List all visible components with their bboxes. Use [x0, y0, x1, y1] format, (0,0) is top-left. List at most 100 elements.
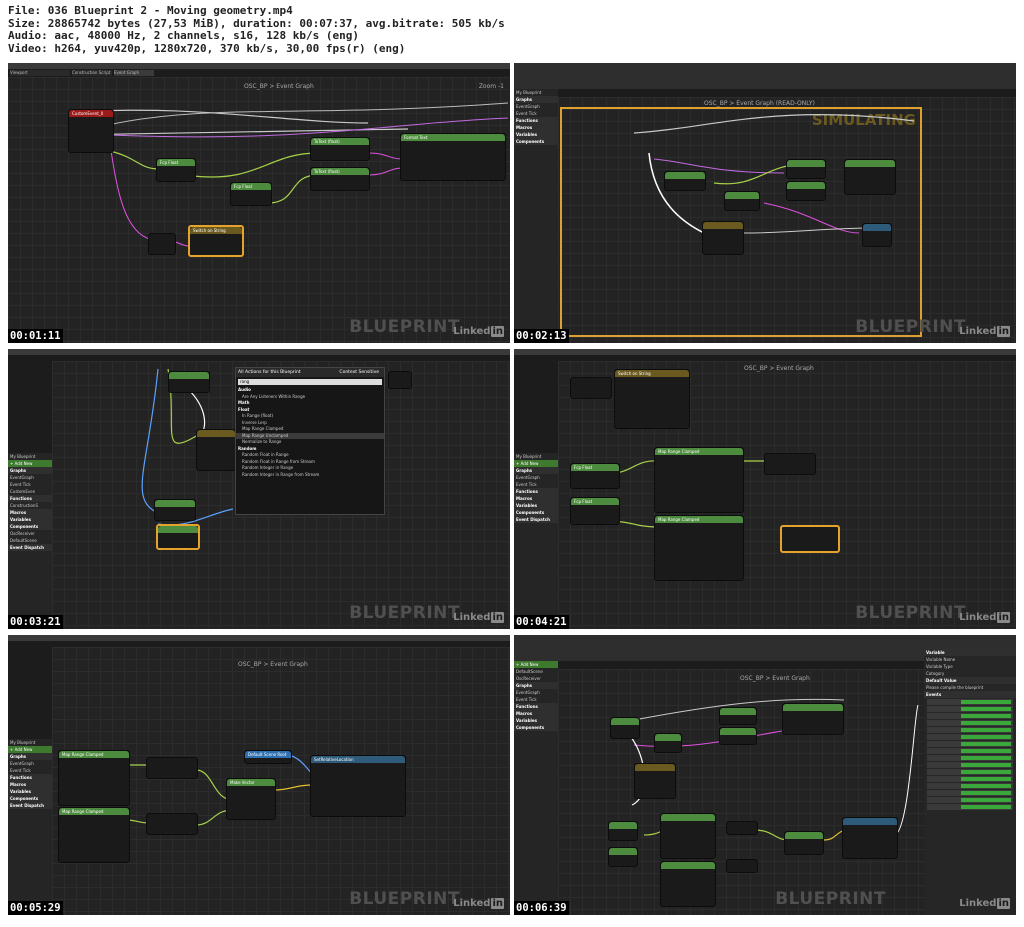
fcp-float-node[interactable]	[654, 733, 682, 753]
reroute-node[interactable]	[148, 233, 176, 255]
thumbnail-frame-1[interactable]: Viewport Construction Script Event Graph…	[8, 63, 510, 343]
map-range-clamped-node[interactable]: Map Range Clamped	[654, 447, 744, 513]
event-row[interactable]	[927, 790, 1013, 796]
fcp-float-node[interactable]: Fcp Float	[230, 182, 272, 206]
fcp-float-node-selected[interactable]	[156, 524, 200, 550]
action-item[interactable]: Random Integer in Range from Stream	[236, 472, 384, 479]
switch-on-string-node[interactable]	[196, 429, 236, 471]
reroute-node[interactable]	[570, 377, 612, 399]
format-text-node[interactable]	[844, 159, 896, 195]
make-array-node[interactable]	[726, 859, 758, 873]
details-section: Events	[924, 691, 1016, 698]
fcp-float-node[interactable]	[724, 191, 760, 211]
event-row[interactable]	[927, 762, 1013, 768]
timestamp: 00:02:13	[514, 329, 569, 343]
map-range-clamped-node[interactable]	[660, 813, 716, 859]
format-text-node[interactable]	[782, 703, 844, 735]
map-range-clamped-node[interactable]: Map Range Clamped	[58, 807, 130, 863]
details-panel: Variable Variable Name Variable Type Cat…	[924, 649, 1016, 915]
context-sensitive-checkbox[interactable]: Context Sensitive	[339, 370, 379, 375]
make-vector-node[interactable]: Make Vector	[226, 778, 276, 820]
action-menu-title: All Actions for this Blueprint Context Se…	[236, 368, 384, 377]
fcp-float-node[interactable]	[168, 371, 210, 393]
event-row[interactable]	[927, 734, 1013, 740]
fcp-float-node[interactable]: Fcp Float	[570, 463, 620, 489]
event-row[interactable]	[927, 783, 1013, 789]
switch-on-string-node[interactable]	[702, 221, 744, 255]
make-array-node[interactable]	[146, 813, 198, 835]
to-text-node[interactable]	[719, 727, 757, 745]
to-text-node[interactable]	[786, 159, 826, 179]
event-row[interactable]	[927, 769, 1013, 775]
compile-notice: Please compile the blueprint	[926, 685, 984, 690]
timestamp: 00:06:39	[514, 901, 569, 915]
map-range-clamped-node[interactable]: Map Range Clamped	[58, 750, 130, 806]
event-row[interactable]	[927, 699, 1013, 705]
make-array-node[interactable]	[146, 757, 198, 779]
to-text-node[interactable]	[786, 181, 826, 201]
map-range-clamped-node[interactable]: Map Range Clamped	[654, 515, 744, 581]
blueprint-watermark: BLUEPRINT	[775, 889, 886, 909]
linkedin-logo: Linked in	[453, 326, 504, 337]
thumbnail-frame-3[interactable]: My Blueprint + Add New Graphs EventGraph…	[8, 349, 510, 629]
blueprint-watermark: BLUEPRINT	[349, 317, 460, 337]
event-row[interactable]	[927, 713, 1013, 719]
fcp-float-node[interactable]: Fcp Float	[156, 158, 196, 182]
make-array-node-selected[interactable]	[780, 525, 840, 553]
switch-on-string-node[interactable]	[634, 763, 676, 799]
blueprint-watermark: BLUEPRINT	[349, 603, 460, 623]
map-range-clamped-node[interactable]	[660, 861, 716, 907]
thumbnail-frame-4[interactable]: My Blueprint + Add New Graphs EventGraph…	[514, 349, 1016, 629]
category-field[interactable]: Category	[924, 670, 1016, 677]
thumbnail-frame-2[interactable]: My Blueprint Graphs EventGraph Event Tic…	[514, 63, 1016, 343]
switch-on-string-node[interactable]: Switch on String	[188, 225, 244, 257]
action-list: Audio Are Any Listeners Within Range Math F…	[236, 387, 384, 478]
details-section: Default Value	[924, 677, 1016, 684]
make-vector-node[interactable]	[764, 453, 816, 475]
fcp-float-node[interactable]	[664, 171, 706, 191]
custom-event-node[interactable]: CustomEvent_0	[68, 109, 114, 153]
action-search-input[interactable]: rang	[238, 379, 382, 385]
blueprint-watermark: BLUEPRINT	[855, 603, 966, 623]
set-relative-location-node[interactable]: SetRelativeLocation	[310, 755, 406, 817]
format-text-node[interactable]	[388, 371, 412, 389]
event-row[interactable]	[927, 741, 1013, 747]
linkedin-logo: Linked in	[959, 326, 1010, 337]
event-row[interactable]	[927, 797, 1013, 803]
make-array-node[interactable]	[726, 821, 758, 835]
to-text-node[interactable]	[719, 707, 757, 725]
to-text-float-node[interactable]: ToText (float)	[310, 167, 370, 191]
blueprint-watermark: BLUEPRINT	[349, 889, 460, 909]
file-line: File: 036 Blueprint 2 - Moving geometry.…	[8, 4, 293, 17]
make-vector-node[interactable]	[784, 831, 824, 855]
print-node[interactable]	[862, 223, 892, 247]
event-row[interactable]	[927, 748, 1013, 754]
default-scene-root-node[interactable]: Default Scene Root	[244, 750, 292, 764]
event-row[interactable]	[927, 776, 1013, 782]
thumbnail-frame-5[interactable]: My Blueprint + Add New Graphs EventGraph…	[8, 635, 510, 915]
video-line: Video: h264, yuv420p, 1280x720, 370 kb/s…	[8, 41, 406, 55]
format-text-node[interactable]: Format Text	[400, 133, 506, 181]
event-row[interactable]	[927, 804, 1013, 810]
fcp-float-node[interactable]	[154, 499, 196, 521]
linkedin-logo: Linked in	[959, 898, 1010, 909]
variable-type-field[interactable]: Variable Type	[924, 663, 1016, 670]
set-relative-location-node[interactable]	[842, 817, 898, 859]
fcp-float-node[interactable]	[610, 717, 640, 739]
event-row[interactable]	[927, 706, 1013, 712]
fcp-float-node[interactable]	[608, 847, 638, 867]
timestamp: 00:04:21	[514, 615, 569, 629]
action-menu[interactable]: All Actions for this Blueprint Context Se…	[235, 367, 385, 515]
fcp-float-node[interactable]: Fcp Float	[570, 497, 620, 525]
event-row[interactable]	[927, 727, 1013, 733]
switch-on-string-node[interactable]: Switch on String	[614, 369, 690, 429]
fcp-float-node[interactable]	[608, 821, 638, 841]
wire-layer	[633, 114, 915, 234]
to-text-float-node[interactable]: ToText (float)	[310, 137, 370, 161]
event-row[interactable]	[927, 720, 1013, 726]
variable-name-field[interactable]: Variable Name	[924, 656, 1016, 663]
linkedin-logo: Linked in	[453, 898, 504, 909]
thumbnail-frame-6[interactable]: + Add New DefaultScene OscReceiver Graph…	[514, 635, 1016, 915]
audio-line: Audio: aac, 48000 Hz, 2 channels, s16, 1…	[8, 29, 359, 42]
event-row[interactable]	[927, 755, 1013, 761]
